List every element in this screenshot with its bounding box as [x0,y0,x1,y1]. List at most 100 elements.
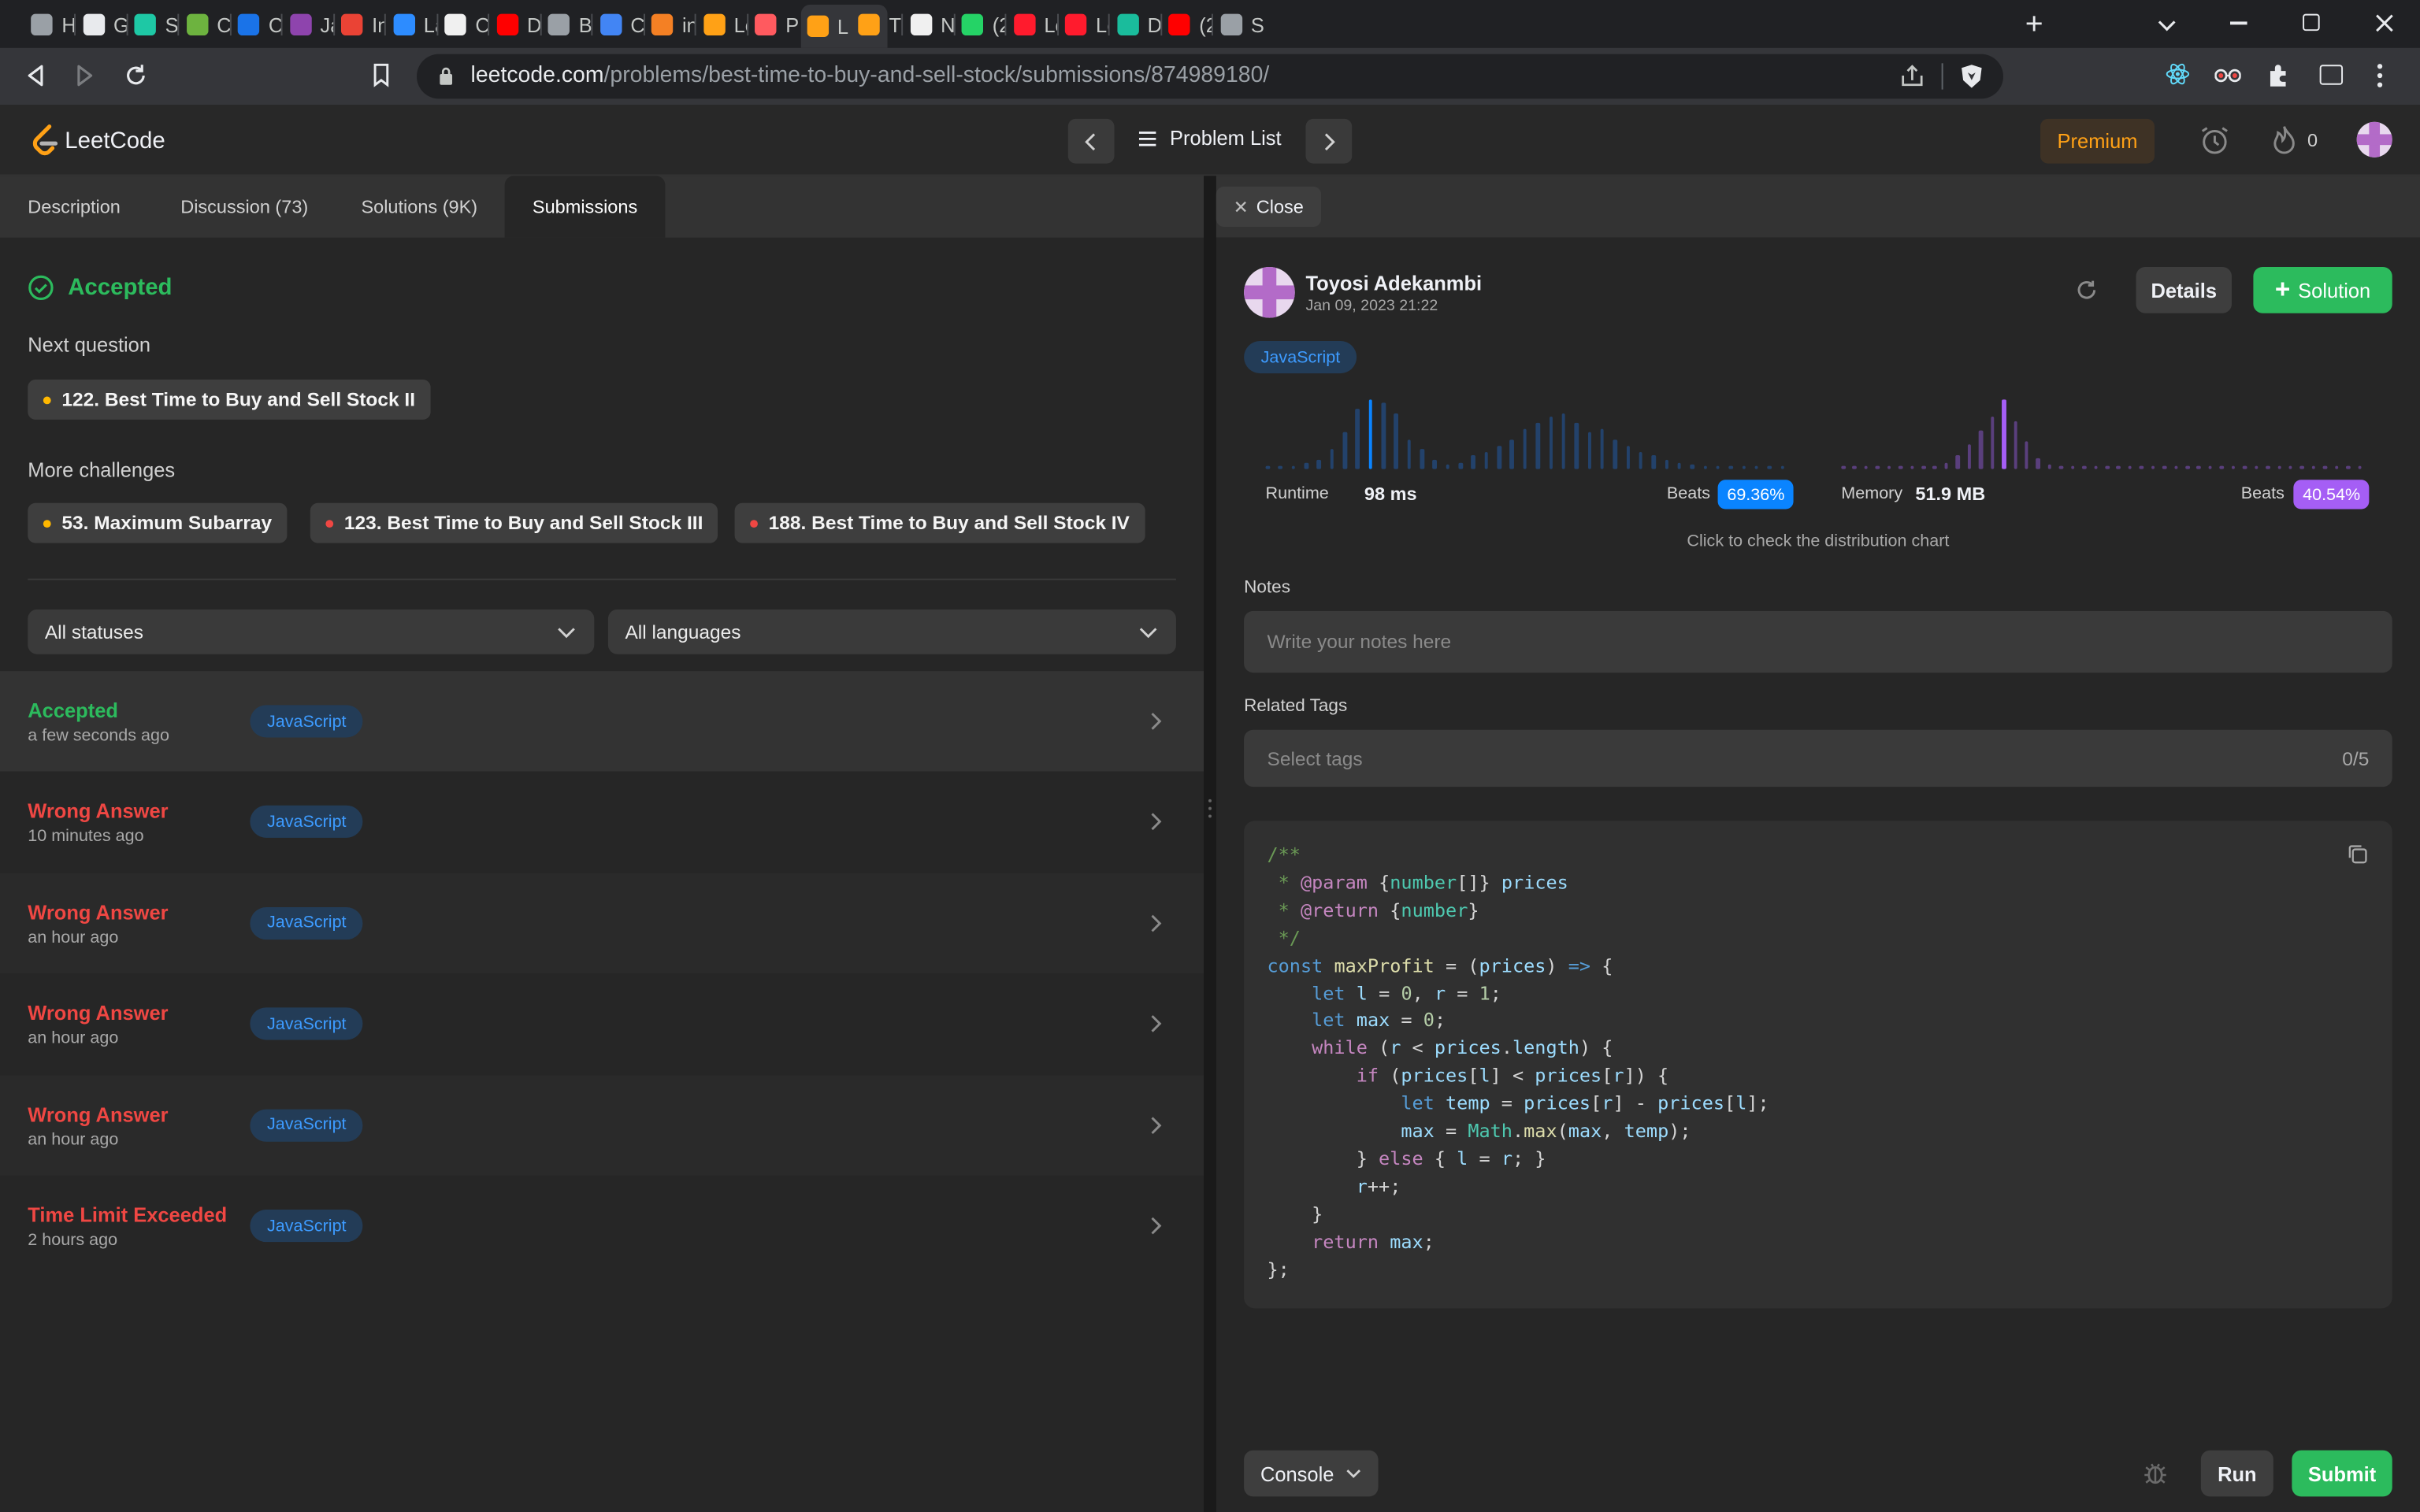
brave-shield-icon[interactable] [1960,63,1983,89]
copy-icon[interactable] [2348,844,2367,864]
address-bar[interactable]: leetcode.com/problems/best-time-to-buy-a… [416,54,2004,99]
details-button[interactable]: Details [2136,266,2232,313]
solution-button[interactable]: + Solution [2253,266,2392,313]
window-close-icon[interactable] [2374,13,2395,34]
browser-tab[interactable]: Prac [748,5,798,45]
browser-tab[interactable]: Inbo [335,5,384,45]
browser-tab[interactable]: Log [1007,5,1056,45]
extension-glasses-icon[interactable] [2214,65,2241,83]
browser-tab[interactable]: Leet [697,5,746,45]
leetcode-logo[interactable]: LeetCode [31,124,165,158]
browser-tab[interactable]: Des [490,5,540,45]
browser-tab[interactable]: Slid [1214,5,1264,45]
url-text: leetcode.com/problems/best-time-to-buy-a… [470,63,1270,88]
challenge-chip-1[interactable]: 53. Maximum Subarray [28,502,288,543]
challenge-chip-2[interactable]: 123. Best Time to Buy and Sell Stock III [310,502,718,543]
panel-resize-handle[interactable] [1204,176,1216,1512]
submission-time: an hour ago [28,1130,119,1149]
distribution-hint[interactable]: Click to check the distribution chart [1216,532,2420,551]
browser-menu-icon[interactable] [2377,63,2383,87]
tab-title: Slid [1250,13,1264,37]
status-filter-select[interactable]: All statuses [28,609,595,654]
refresh-icon[interactable] [2074,278,2099,302]
challenge-chip-3[interactable]: 188. Best Time to Buy and Sell Stock IV [734,502,1145,543]
tab-favicon-icon [1116,13,1138,36]
submit-button[interactable]: Submit [2292,1450,2392,1497]
browser-tab[interactable]: Gan [76,5,126,45]
memory-distribution-chart[interactable] [1841,399,2369,469]
browser-tab[interactable]: Curi [438,5,488,45]
share-icon[interactable] [1900,65,1924,87]
problem-list-button[interactable]: Problem List [1138,127,1282,150]
notes-input[interactable]: Write your notes here [1244,610,2392,673]
histogram-bar [1510,439,1514,469]
streak-counter[interactable]: 0 [2272,125,2318,156]
new-tab-button[interactable]: + [2019,7,2050,41]
tab-submissions[interactable]: Submissions [504,176,666,238]
debug-bug-icon[interactable] [2142,1459,2168,1485]
runtime-value: 98 ms [1364,483,1417,505]
next-question-chip[interactable]: 122. Best Time to Buy and Sell Stock II [28,379,431,420]
submission-row[interactable]: Accepted a few seconds ago JavaScript [0,671,1204,772]
browser-tab[interactable]: Not [904,5,953,45]
run-button[interactable]: Run [2200,1450,2273,1497]
submission-row[interactable]: Wrong Answer an hour ago JavaScript [0,1074,1204,1176]
browser-tab[interactable]: (246 [1162,5,1212,45]
browser-tab[interactable]: Boo [542,5,591,45]
browser-tab[interactable]: Cod [593,5,643,45]
back-icon[interactable] [24,63,46,87]
solution-label: Solution [2298,278,2371,302]
browser-tab[interactable]: Due [1111,5,1160,45]
next-problem-button[interactable] [1305,118,1353,164]
submission-row[interactable]: Wrong Answer 10 minutes ago JavaScript [0,772,1204,873]
avatar[interactable] [2356,121,2392,158]
left-tab-bar: Description Discussion (73) Solutions (9… [0,176,1204,238]
tab-favicon-icon [82,13,105,36]
bookmark-icon[interactable] [372,63,391,87]
tab-favicon-icon [547,13,570,36]
console-button[interactable]: Console [1244,1450,1379,1497]
react-devtools-icon[interactable] [2166,61,2190,86]
submission-row[interactable]: Wrong Answer an hour ago JavaScript [0,873,1204,973]
tab-discussion[interactable]: Discussion (73) [180,176,308,237]
histogram-bar [1979,431,1983,469]
browser-tab[interactable]: Cor [180,5,229,45]
tags-select[interactable]: Select tags 0/5 [1244,729,2392,788]
reload-icon[interactable] [124,63,148,87]
runtime-distribution-chart[interactable] [1265,399,1794,469]
browser-tab[interactable]: inde [645,5,695,45]
extensions-puzzle-icon[interactable] [2266,63,2290,87]
histogram-bar [1910,465,1914,469]
user-avatar[interactable] [1244,266,1295,318]
user-name[interactable]: Toyosi Adekanmbi [1305,272,1482,295]
histogram-bar [1304,462,1308,469]
histogram-bar [1600,429,1605,469]
tab-description[interactable]: Description [28,176,121,237]
language-filter-value: All languages [625,621,741,643]
chevron-right-icon [1151,914,1162,932]
tab-favicon-icon [909,13,932,36]
browser-tab[interactable]: Log [1059,5,1108,45]
wallet-icon[interactable] [2319,65,2344,85]
submission-row[interactable]: Wrong Answer an hour ago JavaScript [0,973,1204,1074]
histogram-bar [2140,465,2143,469]
premium-button[interactable]: Premium [2040,118,2155,164]
browser-tab[interactable]: Con [232,5,281,45]
close-detail-button[interactable]: Close [1216,187,1321,228]
browser-tab[interactable]: Lau [387,5,436,45]
tab-search-icon[interactable] [2156,14,2177,35]
code-block[interactable]: /** * @param {number[]} prices * @return… [1244,821,2392,1309]
restore-icon[interactable] [2303,13,2320,32]
tab-solutions[interactable]: Solutions (9K) [361,176,477,237]
browser-tab[interactable]: (24) [956,5,1004,45]
browser-tab[interactable]: Java [284,5,332,45]
submission-row[interactable]: Time Limit Exceeded 2 hours ago JavaScript [0,1175,1204,1277]
alarm-clock-icon[interactable] [2199,125,2230,156]
prev-problem-button[interactable] [1067,118,1115,164]
minimize-icon[interactable] [2230,21,2247,24]
language-filter-select[interactable]: All languages [607,609,1176,654]
forward-icon[interactable] [74,63,95,87]
browser-tab[interactable]: Stru [128,5,177,45]
browser-tab[interactable]: Trap [852,5,901,45]
browser-tab[interactable]: Hyp [24,5,74,45]
